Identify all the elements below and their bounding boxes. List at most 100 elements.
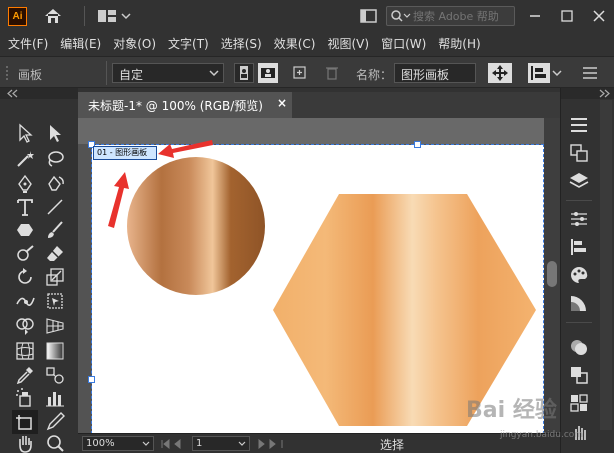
menu-file[interactable]: 文件(F) [8, 35, 48, 52]
menu-object[interactable]: 对象(O) [113, 35, 156, 52]
delete-artboard-button[interactable] [322, 63, 342, 83]
preset-dropdown[interactable]: 自定 [112, 63, 224, 83]
direct-selection-tool-icon[interactable] [44, 122, 66, 144]
align-icon [531, 66, 546, 80]
color-guide-panel-icon[interactable] [568, 264, 590, 286]
artboard-tool-icon[interactable] [12, 410, 38, 434]
mesh-tool-icon[interactable] [14, 340, 36, 362]
watermark-url: jingyan.baidu.com [500, 430, 584, 440]
gradient-tool-icon[interactable] [44, 340, 66, 362]
column-graph-tool-icon[interactable] [44, 387, 66, 409]
new-artboard-icon [293, 66, 306, 79]
maximize-button[interactable] [556, 6, 578, 26]
right-dock-scrollbar[interactable] [600, 100, 612, 430]
chevron-down-icon [209, 70, 219, 77]
tools-collapse-bar[interactable] [0, 88, 78, 99]
appearance-panel-icon[interactable] [568, 336, 590, 358]
artboard-number-value: 1 [196, 438, 203, 449]
menu-help[interactable]: 帮助(H) [438, 35, 480, 52]
menu-view[interactable]: 视图(V) [327, 35, 369, 52]
lasso-tool-icon[interactable] [44, 148, 66, 170]
symbol-sprayer-tool-icon[interactable] [14, 387, 36, 409]
free-transform-tool-icon[interactable] [44, 290, 66, 312]
close-button[interactable] [588, 6, 610, 26]
paintbrush-tool-icon[interactable] [44, 219, 66, 241]
arrow-up [108, 172, 129, 228]
type-tool-icon[interactable] [14, 196, 36, 218]
artboard-handle[interactable] [414, 141, 421, 148]
landscape-icon [261, 68, 275, 78]
trash-icon [326, 67, 338, 80]
search-box[interactable] [386, 6, 515, 26]
artboard-name-field[interactable]: 图形画板 [394, 63, 476, 83]
double-chevron-left-icon [7, 89, 18, 98]
name-label: 名称： [356, 68, 393, 82]
tools-panel [0, 88, 78, 453]
pen-tool-icon[interactable] [14, 173, 36, 195]
hand-tool-icon[interactable] [14, 433, 36, 453]
landscape-button[interactable] [258, 63, 278, 83]
right-dock-collapse-bar[interactable] [561, 88, 614, 99]
artboards-panel-icon[interactable] [568, 142, 590, 164]
symbols-panel-icon[interactable] [568, 392, 590, 414]
control-bar: 画板 自定 名称： 图形画板 [0, 56, 614, 88]
line-segment-tool-icon[interactable] [44, 196, 66, 218]
chevron-down-icon[interactable] [552, 69, 562, 77]
menu-select[interactable]: 选择(S) [221, 35, 262, 52]
transform-panel-icon[interactable] [568, 208, 590, 230]
width-tool-icon[interactable] [14, 290, 36, 312]
selection-tool-icon[interactable] [14, 122, 36, 144]
tab-bar-empty [292, 92, 560, 118]
first-prev-artboard-icon[interactable] [160, 439, 190, 449]
artboard-handle[interactable] [88, 376, 95, 383]
menu-bar: 文件(F) 编辑(E) 对象(O) 文字(T) 选择(S) 效果(C) 视图(V… [0, 32, 614, 54]
vertical-scrollbar-thumb[interactable] [547, 261, 557, 287]
minimize-button[interactable] [524, 6, 546, 26]
home-icon[interactable] [42, 6, 64, 26]
menu-effect[interactable]: 效果(C) [274, 35, 316, 52]
move-artwork-icon [492, 65, 508, 81]
preset-value: 自定 [119, 68, 144, 82]
layers-panel-icon[interactable] [568, 170, 590, 192]
close-tab-icon[interactable]: × [277, 96, 287, 110]
grip-icon[interactable] [4, 63, 10, 83]
move-copy-artwork-button[interactable] [488, 63, 512, 83]
eyedropper-tool-icon[interactable] [14, 364, 36, 386]
arrange-documents-icon[interactable] [358, 6, 380, 26]
blend-tool-icon[interactable] [44, 364, 66, 386]
status-tool-text: 选择 [380, 438, 405, 452]
workspace-switcher-icon[interactable] [97, 6, 131, 26]
next-last-artboard-icon[interactable] [256, 439, 286, 449]
menu-window[interactable]: 窗口(W) [381, 35, 426, 52]
slice-tool-icon[interactable] [44, 410, 66, 432]
annotation-arrows [108, 140, 213, 228]
panel-menu-button[interactable] [580, 63, 600, 83]
align-panel-icon[interactable] [568, 236, 590, 258]
align-button[interactable] [528, 63, 550, 83]
new-artboard-button[interactable] [290, 63, 310, 83]
rotate-tool-icon[interactable] [14, 266, 36, 288]
double-chevron-right-icon [599, 89, 610, 98]
zoom-field[interactable]: 100% [82, 436, 154, 451]
scale-tool-icon[interactable] [44, 266, 66, 288]
portrait-button[interactable] [234, 63, 254, 83]
document-tab[interactable]: 未标题-1* @ 100% (RGB/预览) × [78, 92, 292, 118]
zoom-tool-icon[interactable] [44, 433, 66, 453]
menu-edit[interactable]: 编辑(E) [60, 35, 101, 52]
artboard-number-field[interactable]: 1 [192, 436, 250, 451]
perspective-grid-tool-icon[interactable] [44, 315, 66, 337]
divider [566, 322, 592, 323]
shape-builder-tool-icon[interactable] [14, 315, 36, 337]
search-input[interactable] [413, 9, 511, 23]
properties-panel-icon[interactable] [568, 114, 590, 136]
magic-wand-tool-icon[interactable] [14, 148, 36, 170]
divider [566, 200, 592, 201]
menu-type[interactable]: 文字(T) [168, 35, 209, 52]
title-bar: Ai [0, 0, 614, 32]
shaper-tool-icon[interactable] [14, 243, 36, 265]
curvature-tool-icon[interactable] [44, 173, 66, 195]
eraser-tool-icon[interactable] [44, 243, 66, 265]
pathfinder-panel-icon[interactable] [568, 364, 590, 386]
polygon-tool-icon[interactable] [14, 219, 36, 241]
gradient-panel-icon[interactable] [568, 292, 590, 314]
